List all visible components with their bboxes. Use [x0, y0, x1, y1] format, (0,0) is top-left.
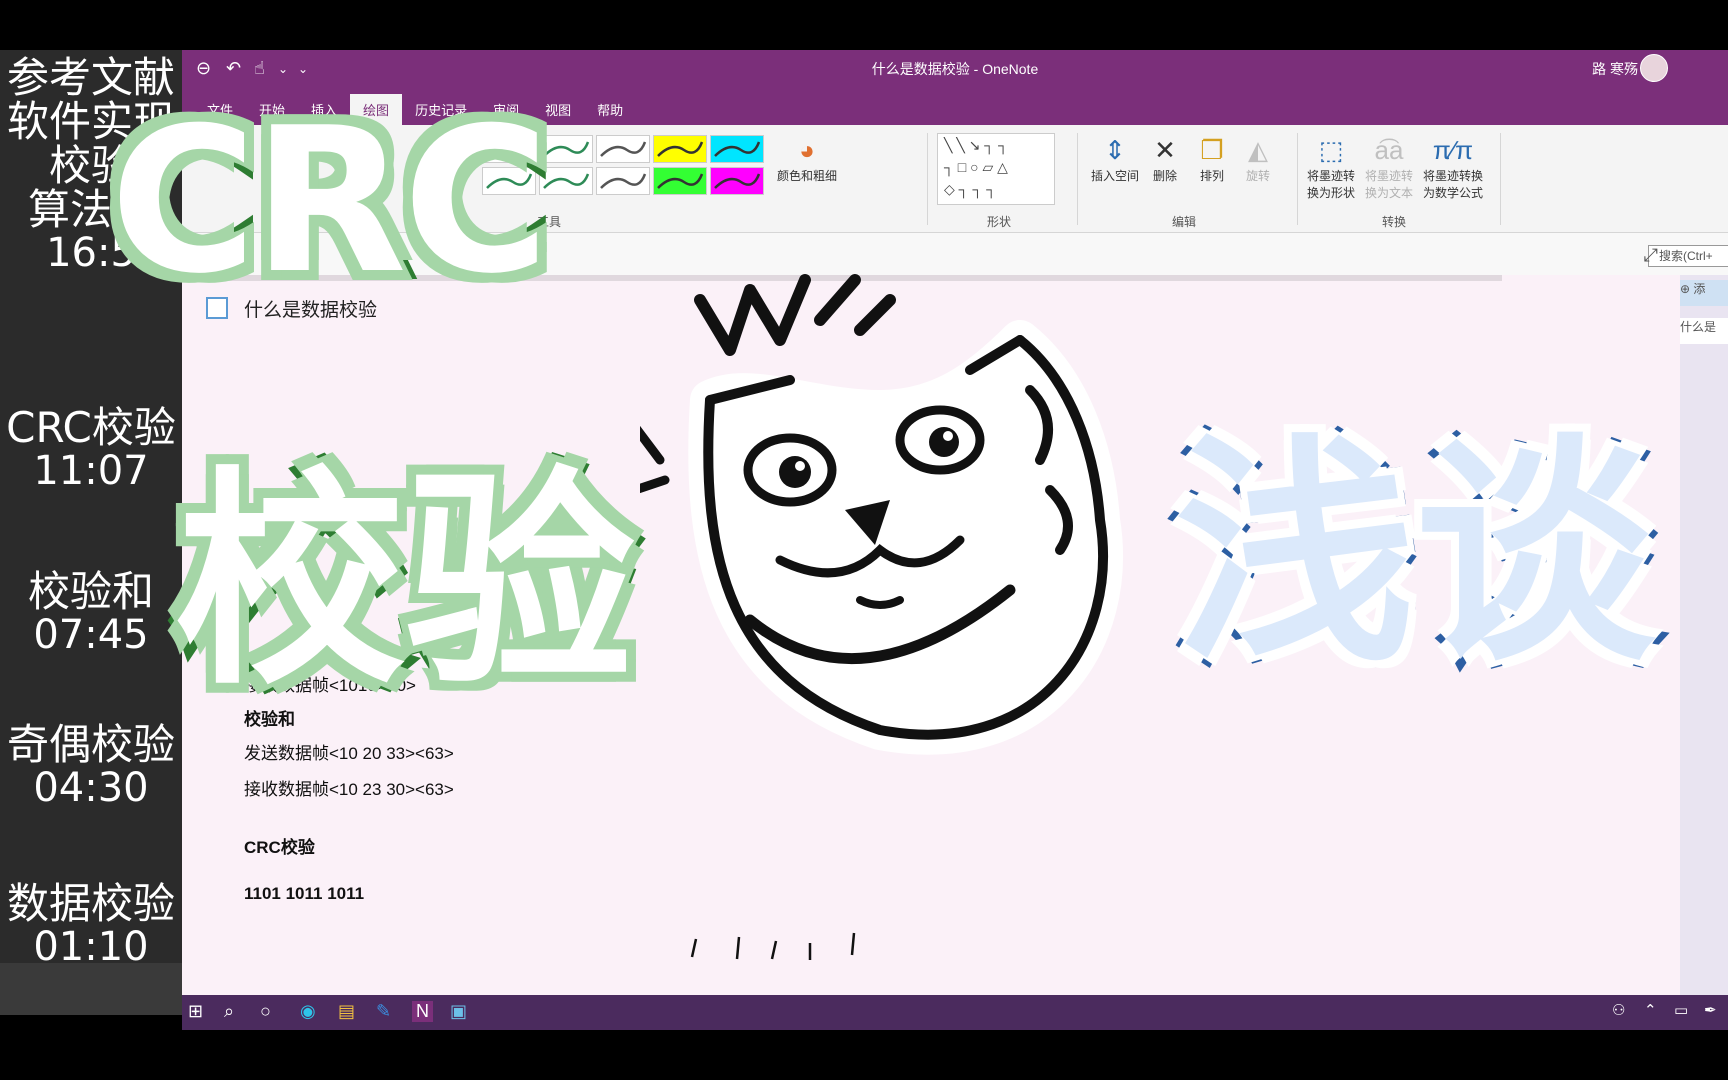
group-label-shapes: 形状 [987, 215, 1012, 229]
chapter-item[interactable]: 校验和 07:45 [0, 567, 182, 659]
rotate-button[interactable]: ◭ 旋转 [1238, 133, 1278, 184]
ribbon-separator [1297, 133, 1298, 225]
page-list-panel [1680, 275, 1728, 995]
rotate-icon: ◭ [1248, 135, 1268, 165]
search-input[interactable]: 搜索(Ctrl+ [1648, 245, 1728, 267]
pen-swatch[interactable] [710, 167, 764, 195]
ink-to-math-label: 为数学公式 [1422, 186, 1483, 200]
chapter-time: 07:45 [33, 612, 149, 659]
page-list-item[interactable]: 什么是 [1680, 318, 1728, 344]
note-line[interactable]: 接收数据帧<10 23 30><63> [244, 775, 454, 800]
expand-icon[interactable]: ⤢ [1644, 245, 1658, 266]
onenote-icon[interactable]: N [412, 1001, 433, 1022]
ink-to-math-label: 将墨迹转换 [1422, 169, 1483, 183]
pi-icon: π∕π [1432, 135, 1474, 165]
note-line[interactable]: 发送数据帧<10 20 33><63> [244, 739, 454, 764]
delete-icon: ✕ [1154, 135, 1176, 165]
ink-strokes [690, 932, 856, 960]
ink-to-shape-label: 换为形状 [1306, 186, 1355, 200]
insert-space-button[interactable]: ⇕ 插入空间 [1085, 133, 1145, 184]
ribbon-separator [1500, 133, 1501, 225]
overlay-title-qiantan: 浅谈 [1168, 407, 1662, 701]
app-icon[interactable]: ▣ [450, 1001, 467, 1022]
pen-app-icon[interactable]: ✎ [376, 1001, 391, 1022]
overlay-title-jiaoyan: 校验 [167, 441, 643, 724]
tab-help[interactable]: 帮助 [584, 94, 636, 128]
chapter-item[interactable]: 奇偶校验 04:30 [0, 720, 182, 812]
ribbon-separator [927, 133, 928, 225]
pen-icon[interactable]: ✒ [1704, 1001, 1717, 1019]
chapter-footer [0, 963, 182, 1015]
pen-swatch[interactable] [653, 135, 707, 163]
people-icon[interactable]: ⚇ [1612, 1001, 1625, 1019]
user-name[interactable]: 路 寒殇 [1592, 59, 1638, 79]
taskbar: ⊞ ⌕ ○ ◉ ▤ ✎ N ▣ ⚇ ⌃ ▭ ✒ [182, 995, 1728, 1030]
note-line[interactable]: CRC校验 [244, 833, 315, 858]
chapter-title: 奇偶校验 [6, 720, 175, 769]
chapter-time: 04:30 [33, 765, 149, 812]
edge-icon[interactable]: ◉ [300, 1001, 316, 1022]
battery-icon[interactable]: ▭ [1674, 1001, 1688, 1019]
pen-swatch[interactable] [596, 167, 650, 195]
plus-icon: ⊕ [1680, 282, 1694, 296]
chapter-title: 校验和 [27, 567, 154, 616]
delete-label: 删除 [1152, 169, 1177, 183]
task-view-icon[interactable]: ○ [260, 1001, 271, 1022]
add-page-label: 添 [1693, 282, 1706, 296]
avatar[interactable] [1640, 54, 1668, 82]
ribbon-separator [1077, 133, 1078, 225]
color-thickness-button[interactable]: ◕ 颜色和粗细 [767, 133, 847, 184]
cat-sticker [640, 274, 1124, 755]
ink-to-shape-button[interactable]: ⬚ 将墨迹转 换为形状 [1302, 133, 1360, 201]
ink-to-text-button[interactable]: a͡a 将墨迹转 换为文本 [1360, 133, 1418, 201]
insert-space-icon: ⇕ [1104, 135, 1126, 165]
ink-to-shape-icon: ⬚ [1318, 135, 1344, 165]
insert-space-label: 插入空间 [1090, 169, 1139, 183]
window-title: 什么是数据校验 - OneNote [871, 61, 1039, 77]
arrange-icon: ❐ [1200, 135, 1224, 165]
chevron-up-icon[interactable]: ⌃ [1644, 1001, 1657, 1019]
note-line[interactable]: 1101 1011 1011 [244, 884, 364, 904]
pen-swatch[interactable] [710, 135, 764, 163]
chapter-time: 01:10 [33, 924, 149, 971]
group-label-edit: 编辑 [1172, 215, 1197, 229]
group-label-convert: 转换 [1382, 215, 1407, 229]
delete-button[interactable]: ✕ 删除 [1145, 133, 1185, 184]
search-icon[interactable]: ⌕ [224, 1001, 234, 1022]
shapes-gallery[interactable]: ╲ ╲ ↘ ┐ ┐ ┐ □ ○ ▱ △ ◇ ┐ ┐ ┐ [937, 133, 1055, 205]
arrange-label: 排列 [1199, 169, 1224, 183]
chapter-time: 11:07 [33, 448, 149, 495]
overlay-title-crc: CRC [101, 76, 559, 327]
rotate-label: 旋转 [1245, 169, 1270, 183]
windows-start-icon[interactable]: ⊞ [188, 1001, 203, 1022]
color-thickness-label: 颜色和粗细 [776, 169, 837, 183]
chapter-title: 数据校验 [6, 879, 175, 928]
chapter-title: CRC校验 [6, 403, 176, 452]
ink-to-math-button[interactable]: π∕π 将墨迹转换 为数学公式 [1418, 133, 1488, 201]
letterbox-bottom [0, 1030, 1728, 1080]
color-wheel-icon: ◕ [799, 135, 815, 165]
chapter-item[interactable]: CRC校验 11:07 [0, 403, 182, 495]
add-page-button[interactable]: ⊕ 添 [1680, 280, 1728, 306]
pen-swatch[interactable] [539, 167, 593, 195]
file-explorer-icon[interactable]: ▤ [338, 1001, 355, 1022]
ink-to-shape-label: 将墨迹转 [1306, 169, 1355, 183]
chapter-item[interactable]: 数据校验 01:10 [0, 879, 182, 971]
arrange-button[interactable]: ❐ 排列 [1192, 133, 1232, 184]
ink-to-text-label: 换为文本 [1364, 186, 1413, 200]
ink-to-text-label: 将墨迹转 [1364, 169, 1413, 183]
ink-to-text-icon: a͡a [1374, 135, 1404, 165]
pen-swatch[interactable] [653, 167, 707, 195]
pen-swatch[interactable] [596, 135, 650, 163]
pen-swatch[interactable] [539, 135, 593, 163]
